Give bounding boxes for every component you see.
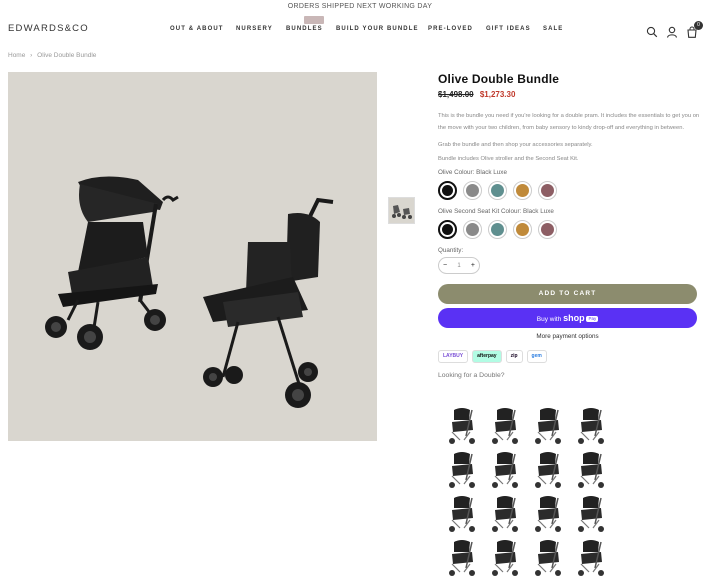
nav-build-your-bundle[interactable]: BUILD YOUR BUNDLE — [336, 26, 419, 32]
sale-price: $1,273.30 — [479, 90, 516, 99]
search-icon[interactable] — [646, 25, 658, 38]
plus-icon[interactable]: + — [471, 262, 475, 269]
configuration-thumbnail[interactable] — [528, 534, 570, 578]
account-icon[interactable] — [666, 25, 678, 38]
swatch-black[interactable] — [438, 181, 457, 200]
configuration-thumbnail[interactable] — [528, 446, 570, 490]
breadcrumb: Home › Olive Double Bundle — [8, 52, 99, 59]
configuration-thumbnail[interactable] — [571, 402, 613, 446]
cart-count-badge: 0 — [694, 21, 703, 30]
more-payment-options-link[interactable]: More payment options — [438, 333, 697, 340]
gem-logo: gem — [526, 350, 547, 363]
configuration-grid — [442, 402, 613, 578]
swatch-teal[interactable] — [488, 181, 507, 200]
quantity-stepper: − 1 + — [438, 257, 480, 274]
product-title: Olive Double Bundle — [438, 72, 560, 86]
product-description: This is the bundle you need if you're lo… — [438, 113, 700, 131]
swatch-grey[interactable] — [463, 181, 482, 200]
swatch-mustard[interactable] — [513, 181, 532, 200]
stroller-left-illustration — [45, 176, 179, 350]
payment-logos: LAYBUY afterpay zip gem — [438, 350, 700, 363]
shop-logo: shop — [563, 313, 585, 323]
announcement-bar: ORDERS SHIPPED NEXT WORKING DAY — [287, 3, 433, 10]
configuration-thumbnail[interactable] — [571, 490, 613, 534]
configuration-thumbnail[interactable] — [485, 534, 527, 578]
product-note-accessories: Grab the bundle and then shop your acces… — [438, 142, 593, 148]
afterpay-logo: afterpay — [472, 350, 502, 363]
configuration-thumbnail[interactable] — [485, 402, 527, 446]
seat-colour-label: Olive Second Seat Kit Colour: Black Luxe — [438, 208, 554, 215]
menu-badge — [304, 16, 324, 24]
product-thumbnail[interactable] — [388, 197, 415, 224]
nav-sale[interactable]: SALE — [543, 26, 563, 32]
add-to-cart-button[interactable]: ADD TO CART — [438, 284, 697, 304]
stroller-right-illustration — [203, 197, 334, 408]
original-price: $1,498.00 — [438, 90, 474, 99]
nav-gift-ideas[interactable]: GIFT IDEAS — [486, 26, 531, 32]
swatch-mauve[interactable] — [538, 181, 557, 200]
seat-swatch-mauve[interactable] — [538, 220, 557, 239]
colour-swatches — [438, 181, 700, 200]
configuration-thumbnail[interactable] — [571, 446, 613, 490]
shop-pay-button[interactable]: Buy with shop Pay — [438, 308, 697, 328]
configuration-thumbnail[interactable] — [442, 446, 484, 490]
quantity-label: Quantity: — [438, 247, 464, 254]
breadcrumb-home[interactable]: Home — [8, 52, 25, 59]
product-main-image[interactable] — [8, 72, 377, 441]
product-note-includes: Bundle includes Olive stroller and the S… — [438, 156, 579, 162]
looking-for-double-heading: Looking for a Double? — [438, 372, 505, 379]
configuration-thumbnail[interactable] — [485, 490, 527, 534]
seat-swatch-mustard[interactable] — [513, 220, 532, 239]
seat-swatch-teal[interactable] — [488, 220, 507, 239]
product-info-panel: Olive Double Bundle $1,498.00 $1,273.30 … — [438, 72, 700, 379]
site-header: EDWARDS&CO OUT & ABOUT NURSERY BUNDLES B… — [0, 14, 720, 44]
nav-bundles[interactable]: BUNDLES — [286, 26, 323, 32]
configuration-thumbnail[interactable] — [442, 490, 484, 534]
breadcrumb-current: Olive Double Bundle — [37, 52, 97, 59]
configuration-thumbnail[interactable] — [571, 534, 613, 578]
configuration-thumbnail[interactable] — [442, 402, 484, 446]
product-price: $1,498.00 $1,273.30 — [438, 90, 700, 102]
colour-label: Olive Colour: Black Luxe — [438, 169, 507, 176]
nav-out-about[interactable]: OUT & ABOUT — [170, 26, 224, 32]
nav-pre-loved[interactable]: PRE-LOVED — [428, 26, 473, 32]
pay-tag: Pay — [586, 316, 599, 323]
seat-colour-swatches — [438, 220, 700, 239]
cart-icon[interactable]: 0 — [686, 21, 703, 38]
configuration-thumbnail[interactable] — [528, 490, 570, 534]
minus-icon[interactable]: − — [443, 262, 447, 269]
breadcrumb-separator: › — [30, 52, 33, 59]
site-logo[interactable]: EDWARDS&CO — [8, 23, 89, 34]
zip-logo: zip — [505, 350, 523, 363]
laybuy-logo: LAYBUY — [438, 350, 469, 363]
seat-swatch-black[interactable] — [438, 220, 457, 239]
configuration-thumbnail[interactable] — [442, 534, 484, 578]
configuration-thumbnail[interactable] — [485, 446, 527, 490]
configuration-thumbnail[interactable] — [528, 402, 570, 446]
buy-with-label: Buy with — [536, 316, 562, 323]
seat-swatch-grey[interactable] — [463, 220, 482, 239]
nav-nursery[interactable]: NURSERY — [236, 26, 273, 32]
quantity-value[interactable]: 1 — [457, 263, 460, 269]
